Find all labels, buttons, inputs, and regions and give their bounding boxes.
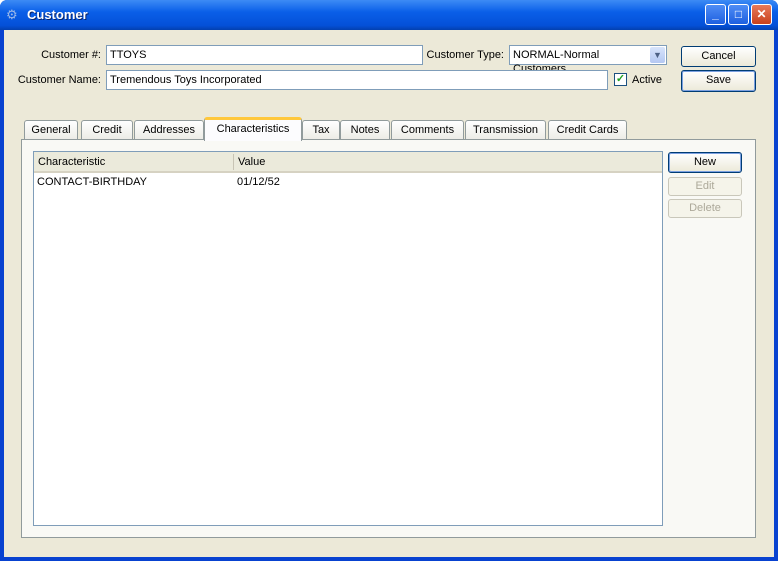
customer-name-label: Customer Name: <box>17 74 101 86</box>
characteristics-table[interactable]: Characteristic Value CONTACT-BIRTHDAY 01… <box>33 151 663 526</box>
cell-characteristic: CONTACT-BIRTHDAY <box>37 176 148 188</box>
tab-transmission[interactable]: Transmission <box>465 120 546 140</box>
column-header-characteristic[interactable]: Characteristic <box>38 156 105 168</box>
customer-name-input[interactable]: Tremendous Toys Incorporated <box>106 70 608 90</box>
window-title: Customer <box>27 7 88 22</box>
maximize-button[interactable]: □ <box>728 4 749 25</box>
chevron-down-icon[interactable]: ▼ <box>650 47 665 63</box>
tab-credit-cards[interactable]: Credit Cards <box>548 120 627 140</box>
table-header: Characteristic Value <box>34 152 662 173</box>
tab-credit[interactable]: Credit <box>81 120 133 140</box>
tab-characteristics[interactable]: Characteristics <box>204 117 302 141</box>
active-checkbox[interactable]: ✓ <box>614 73 627 86</box>
delete-button[interactable]: Delete <box>668 199 742 218</box>
tab-addresses[interactable]: Addresses <box>134 120 204 140</box>
customer-number-input[interactable]: TTOYS <box>106 45 423 65</box>
gears-icon: ⚙ <box>6 7 18 22</box>
active-label: Active <box>632 74 662 86</box>
column-header-value[interactable]: Value <box>238 156 265 168</box>
minimize-button[interactable]: _ <box>705 4 726 25</box>
save-button[interactable]: Save <box>681 70 756 92</box>
cancel-button[interactable]: Cancel <box>681 46 756 67</box>
column-divider[interactable] <box>233 154 234 170</box>
new-button[interactable]: New <box>668 152 742 173</box>
customer-number-label: Customer #: <box>41 49 101 61</box>
close-button[interactable]: ✕ <box>751 4 772 25</box>
tab-notes[interactable]: Notes <box>340 120 390 140</box>
customer-type-label: Customer Type: <box>426 49 504 61</box>
edit-button[interactable]: Edit <box>668 177 742 196</box>
tab-comments[interactable]: Comments <box>391 120 464 140</box>
tab-tax[interactable]: Tax <box>302 120 340 140</box>
tab-general[interactable]: General <box>24 120 78 140</box>
title-bar: ⚙ Customer _ □ ✕ <box>0 0 778 30</box>
customer-type-select[interactable]: NORMAL-Normal Customers ▼ <box>509 45 667 75</box>
cell-value: 01/12/52 <box>237 176 280 188</box>
